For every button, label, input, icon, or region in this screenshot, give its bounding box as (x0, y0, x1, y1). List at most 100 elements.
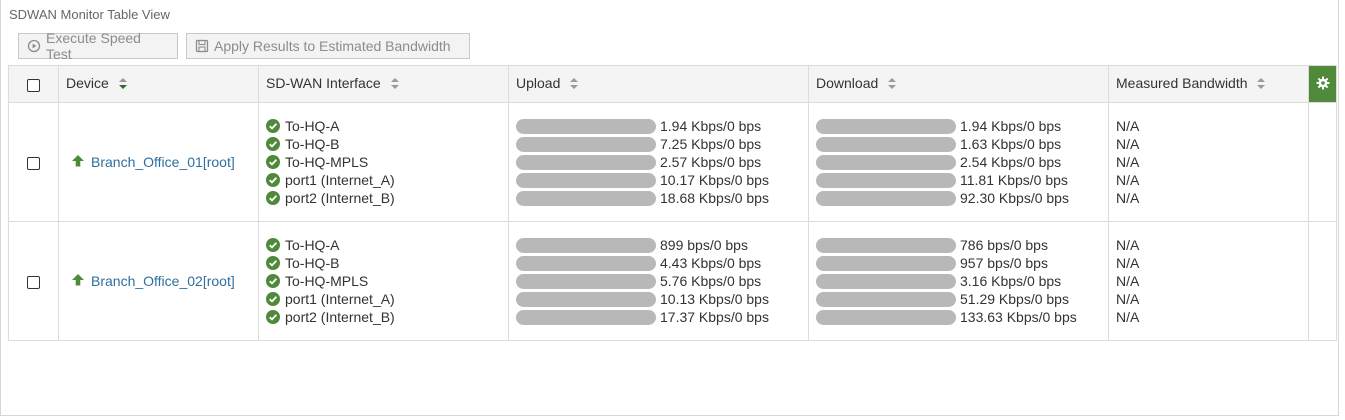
arrow-up-icon (71, 273, 85, 290)
check-circle-icon (266, 292, 280, 306)
measured-value: N/A (1116, 118, 1140, 134)
upload-value: 7.25 Kbps/0 bps (660, 136, 762, 152)
interface-name: To-HQ-MPLS (285, 273, 369, 289)
panel-title: SDWAN Monitor Table View (9, 7, 170, 22)
interface-line: port2 (Internet_B) (266, 190, 508, 207)
column-interface[interactable]: SD-WAN Interface (258, 65, 509, 103)
upload-value: 10.13 Kbps/0 bps (660, 291, 769, 307)
apply-results-button[interactable]: Apply Results to Estimated Bandwidth (186, 33, 470, 59)
upload-bar (516, 190, 656, 206)
interface-line: port1 (Internet_A) (266, 172, 508, 189)
upload-value: 899 bps/0 bps (660, 237, 748, 253)
select-all-checkbox[interactable] (27, 78, 40, 92)
interface-name: port2 (Internet_B) (285, 190, 395, 206)
check-circle-icon (266, 310, 280, 324)
interface-line: To-HQ-B (266, 255, 508, 272)
interface-cell: To-HQ-A To-HQ-B To-HQ-MPLS port1 (Intern… (258, 221, 509, 341)
gear-icon (1316, 76, 1330, 93)
download-bar (816, 273, 956, 289)
interface-name: To-HQ-MPLS (285, 154, 369, 170)
table-row[interactable]: Branch_Office_02[root] To-HQ-A To-HQ-B T… (8, 221, 1337, 341)
measured-value: N/A (1116, 291, 1140, 307)
download-bar (816, 255, 956, 271)
download-line: 1.94 Kbps/0 bps (816, 118, 1108, 135)
upload-bar (516, 154, 656, 170)
upload-line: 7.25 Kbps/0 bps (516, 136, 808, 153)
check-circle-icon (266, 191, 280, 205)
measured-value: N/A (1116, 190, 1140, 206)
download-bar (816, 309, 956, 325)
download-line: 786 bps/0 bps (816, 237, 1108, 254)
upload-line: 5.76 Kbps/0 bps (516, 273, 808, 290)
table-header-row: Device SD-WAN Interface Upload Download … (8, 65, 1337, 103)
download-cell: 1.94 Kbps/0 bps 1.63 Kbps/0 bps 2.54 Kbp… (808, 102, 1109, 222)
column-settings-button[interactable] (1308, 65, 1337, 103)
check-circle-icon (266, 238, 280, 252)
download-line: 1.63 Kbps/0 bps (816, 136, 1108, 153)
column-interface-label: SD-WAN Interface (266, 75, 381, 92)
download-line: 92.30 Kbps/0 bps (816, 190, 1108, 207)
download-value: 957 bps/0 bps (960, 255, 1048, 271)
interface-name: port1 (Internet_A) (285, 172, 395, 188)
row-checkbox[interactable] (27, 275, 40, 289)
interface-name: To-HQ-A (285, 237, 340, 253)
execute-speed-test-button[interactable]: Execute Speed Test (18, 30, 178, 62)
measured-value: N/A (1116, 154, 1140, 170)
execute-speed-test-label: Execute Speed Test (46, 30, 141, 62)
interface-line: To-HQ-MPLS (266, 273, 508, 290)
download-bar (816, 154, 956, 170)
interface-name: To-HQ-B (285, 136, 340, 152)
upload-bar (516, 291, 656, 307)
device-link[interactable]: Branch_Office_02[root] (59, 273, 258, 290)
table-row[interactable]: Branch_Office_01[root] To-HQ-A To-HQ-B T… (8, 102, 1337, 222)
upload-line: 1.94 Kbps/0 bps (516, 118, 808, 135)
column-download[interactable]: Download (808, 65, 1109, 103)
interface-name: port1 (Internet_A) (285, 291, 395, 307)
interface-line: port1 (Internet_A) (266, 291, 508, 308)
toolbar: Execute Speed Test Apply Results to Esti… (18, 30, 470, 62)
check-circle-icon (266, 119, 280, 133)
device-cell: Branch_Office_01[root] (58, 102, 259, 222)
apply-results-label: Apply Results to Estimated Bandwidth (214, 38, 451, 54)
column-upload-label: Upload (516, 75, 561, 92)
interface-line: To-HQ-B (266, 136, 508, 153)
download-value: 92.30 Kbps/0 bps (960, 190, 1069, 206)
download-value: 786 bps/0 bps (960, 237, 1048, 253)
measured-value: N/A (1116, 136, 1140, 152)
sdwan-monitor-panel: SDWAN Monitor Table View Execute Speed T… (0, 0, 1339, 416)
row-select-cell (8, 102, 59, 222)
interface-name: To-HQ-B (285, 255, 340, 271)
device-name: Branch_Office_01[root] (91, 154, 235, 170)
upload-bar (516, 172, 656, 188)
download-line: 11.81 Kbps/0 bps (816, 172, 1108, 189)
download-value: 1.63 Kbps/0 bps (960, 136, 1062, 152)
check-circle-icon (266, 274, 280, 288)
download-bar (816, 172, 956, 188)
arrow-up-icon (71, 154, 85, 171)
upload-bar (516, 118, 656, 134)
sort-icon (569, 77, 579, 93)
row-checkbox[interactable] (27, 156, 40, 170)
measured-cell: N/A N/A N/A N/A N/A (1108, 102, 1309, 222)
measured-value: N/A (1116, 255, 1140, 271)
upload-value: 1.94 Kbps/0 bps (660, 118, 762, 134)
check-circle-icon (266, 155, 280, 169)
select-all-header (8, 65, 59, 103)
column-device[interactable]: Device (58, 65, 259, 103)
upload-value: 4.43 Kbps/0 bps (660, 255, 762, 271)
download-value: 1.94 Kbps/0 bps (960, 118, 1062, 134)
row-select-cell (8, 221, 59, 341)
download-line: 2.54 Kbps/0 bps (816, 154, 1108, 171)
column-measured-bandwidth[interactable]: Measured Bandwidth (1108, 65, 1309, 103)
check-circle-icon (266, 137, 280, 151)
device-link[interactable]: Branch_Office_01[root] (59, 154, 258, 171)
sort-icon (390, 77, 400, 93)
sdwan-table: Device SD-WAN Interface Upload Download … (8, 65, 1337, 341)
upload-line: 10.17 Kbps/0 bps (516, 172, 808, 189)
upload-bar (516, 255, 656, 271)
column-upload[interactable]: Upload (508, 65, 809, 103)
sort-desc-icon (118, 77, 128, 93)
interface-line: port2 (Internet_B) (266, 309, 508, 326)
upload-value: 5.76 Kbps/0 bps (660, 273, 762, 289)
upload-bar (516, 273, 656, 289)
